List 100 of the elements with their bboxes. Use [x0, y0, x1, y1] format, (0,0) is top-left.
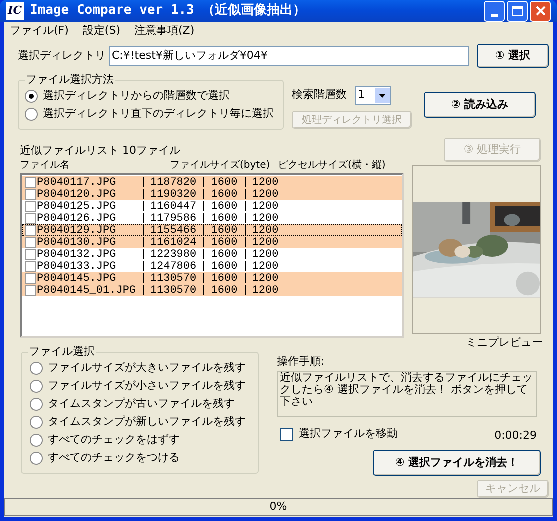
pixel-height: 1200: [245, 189, 285, 199]
radio-label: ファイルサイズが小さいファイルを残す: [48, 378, 246, 394]
depth-dropdown[interactable]: 1: [355, 86, 391, 105]
pixel-width: 1600: [203, 249, 245, 259]
file-name: P8040126.JPG: [37, 213, 118, 223]
file-name: P8040120.JPG: [37, 189, 118, 199]
file-name: P8040133.JPG: [37, 261, 118, 271]
radio-button[interactable]: [30, 452, 43, 464]
depth-label: 検索階層数: [292, 87, 347, 104]
radio-button[interactable]: [30, 362, 43, 374]
file-size: 1161024: [143, 237, 203, 247]
pixel-height: 1200: [245, 177, 285, 187]
minimize-button[interactable]: [484, 0, 505, 22]
row-checkbox[interactable]: [25, 273, 36, 284]
radio-button[interactable]: [30, 416, 43, 428]
file-size: 1155466: [143, 225, 203, 235]
file-name: P8040145_01.JPG: [37, 285, 138, 295]
file-row[interactable]: P8040145.JPG 1130570 1600 1200: [22, 272, 402, 284]
row-checkbox[interactable]: [25, 225, 36, 236]
move-label: 選択ファイルを移動: [299, 426, 398, 442]
move-checkbox[interactable]: [280, 428, 293, 440]
file-size: 1130570: [143, 285, 203, 295]
row-checkbox[interactable]: [25, 177, 36, 188]
file-name: P8040145.JPG: [37, 273, 118, 283]
menu-item[interactable]: 設定(S): [82, 22, 120, 40]
radio-label: タイムスタンプが古いファイルを残す: [48, 396, 235, 412]
row-checkbox[interactable]: [25, 189, 36, 200]
file-row[interactable]: P8040130.JPG 1161024 1600 1200: [22, 236, 402, 248]
close-button[interactable]: [530, 0, 551, 22]
instructions-box: 近似ファイルリストで、消去するファイルにチェックしたら④ 選択ファイルを消去！ ボタンを押して下さい: [277, 371, 537, 417]
file-size: 1190320: [143, 189, 203, 199]
file-name: P8040130.JPG: [37, 237, 118, 247]
file-row[interactable]: P8040129.JPG 1155466 1600 1200: [22, 224, 402, 236]
column-header: ピクセルサイズ(横・縦): [278, 159, 386, 173]
radio-label: タイムスタンプが新しいファイルを残す: [48, 414, 246, 430]
progress-text: 0%: [270, 498, 288, 515]
column-header: ファイル名: [20, 159, 71, 173]
file-size: 1187820: [143, 177, 203, 187]
pixel-width: 1600: [203, 261, 245, 271]
pixel-height: 1200: [245, 213, 285, 223]
preview-label: ミニプレビュー: [466, 336, 543, 350]
file-name: P8040125.JPG: [37, 201, 118, 211]
pixel-height: 1200: [245, 249, 285, 259]
row-checkbox[interactable]: [25, 201, 36, 212]
row-checkbox[interactable]: [25, 261, 36, 272]
select-button[interactable]: ① 選択: [477, 44, 549, 68]
instructions-label: 操作手順:: [277, 354, 326, 370]
radio-label: 選択ディレクトリ直下のディレクトリ毎に選択: [43, 106, 274, 122]
row-checkbox[interactable]: [25, 237, 36, 248]
pixel-width: 1600: [203, 285, 245, 295]
column-header: ファイルサイズ(byte): [170, 159, 272, 173]
pixel-width: 1600: [203, 237, 245, 247]
radio-button[interactable]: [25, 90, 38, 102]
pixel-width: 1600: [203, 177, 245, 187]
pixel-width: 1600: [203, 189, 245, 199]
radio-button[interactable]: [30, 398, 43, 410]
radio-label: すべてのチェックをはずす: [48, 432, 180, 448]
close-icon: [536, 6, 546, 16]
file-size: 1247806: [143, 261, 203, 271]
file-size: 1160447: [143, 201, 203, 211]
pixel-height: 1200: [245, 273, 285, 283]
row-checkbox[interactable]: [25, 213, 36, 224]
maximize-button[interactable]: [507, 0, 528, 22]
pixel-height: 1200: [245, 201, 285, 211]
menu-item[interactable]: 注意事項(Z): [134, 22, 195, 40]
pixel-height: 1200: [245, 285, 285, 295]
menu-item[interactable]: ファイル(F): [10, 22, 69, 40]
file-row[interactable]: P8040145_01.JPG 1130570 1600 1200: [22, 284, 402, 296]
radio-button[interactable]: [25, 108, 38, 120]
file-name: P8040129.JPG: [37, 225, 118, 235]
load-button[interactable]: ② 読み込み: [424, 92, 536, 118]
file-name: P8040117.JPG: [37, 177, 118, 187]
pixel-width: 1600: [203, 225, 245, 235]
file-size: 1179586: [143, 213, 203, 223]
pixel-height: 1200: [245, 237, 285, 247]
radio-label: ファイルサイズが大きいファイルを残す: [48, 360, 246, 376]
window-title: Image Compare ver 1.3 （近似画像抽出）: [30, 2, 306, 20]
pixel-width: 1600: [203, 201, 245, 211]
list-title: 近似ファイルリスト 10ファイル: [20, 144, 182, 158]
file-row[interactable]: P8040120.JPG 1190320 1600 1200: [22, 188, 402, 200]
delete-button[interactable]: ④ 選択ファイルを消去！: [373, 450, 541, 476]
radio-button[interactable]: [30, 380, 43, 392]
app-icon: IC: [6, 2, 24, 20]
file-name: P8040132.JPG: [37, 249, 118, 259]
row-checkbox[interactable]: [25, 249, 36, 260]
file-size: 1130570: [143, 273, 203, 283]
pixel-height: 1200: [245, 225, 285, 235]
file-row[interactable]: P8040117.JPG 1187820 1600 1200: [22, 176, 402, 188]
directory-label: 選択ディレクトリ: [18, 48, 106, 64]
pixel-height: 1200: [245, 261, 285, 271]
elapsed-time: 0:00:29: [494, 428, 537, 444]
directory-field[interactable]: C:¥!test¥新しいフォルダ¥04¥: [109, 46, 469, 66]
file-size: 1223980: [143, 249, 203, 259]
radio-button[interactable]: [30, 434, 43, 446]
row-checkbox[interactable]: [25, 285, 36, 296]
radio-label: すべてのチェックをつける: [48, 450, 180, 466]
caret-icon: [375, 88, 390, 103]
radio-label: 選択ディレクトリからの階層数で選択: [43, 88, 230, 104]
pixel-width: 1600: [203, 213, 245, 223]
pixel-width: 1600: [203, 273, 245, 283]
